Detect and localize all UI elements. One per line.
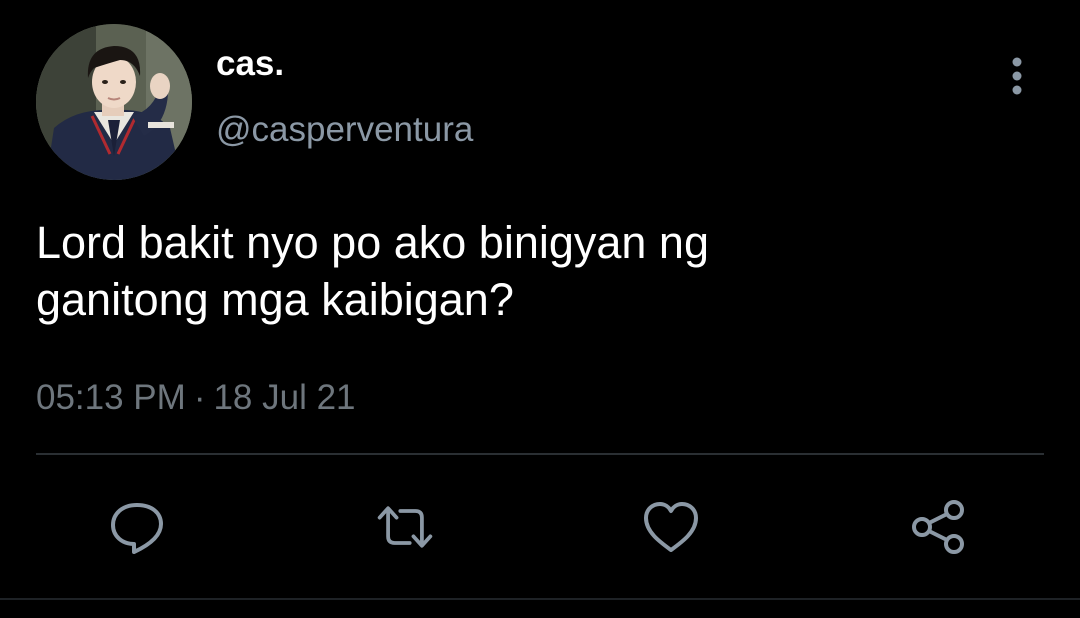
profile-photo bbox=[36, 24, 192, 180]
more-vertical-icon bbox=[1012, 57, 1022, 95]
share-button[interactable] bbox=[908, 496, 970, 558]
retweet-icon bbox=[377, 506, 433, 548]
tweet-text-line: ganitong mga kaibigan? bbox=[36, 274, 514, 325]
display-name[interactable]: cas. bbox=[216, 44, 284, 84]
tweet-timestamp: 05:13 PM · 18 Jul 21 bbox=[36, 376, 356, 420]
like-button[interactable] bbox=[640, 496, 702, 558]
more-options-button[interactable] bbox=[996, 52, 1038, 100]
tweet-text-line: Lord bakit nyo po ako binigyan ng bbox=[36, 217, 709, 268]
bottom-divider bbox=[0, 598, 1080, 600]
share-icon bbox=[912, 500, 964, 554]
user-handle[interactable]: @casperventura bbox=[216, 110, 473, 150]
retweet-button[interactable] bbox=[374, 496, 436, 558]
tweet-time: 05:13 PM bbox=[36, 378, 186, 417]
meta-separator: · bbox=[193, 378, 206, 417]
tweet-date: 18 Jul 21 bbox=[213, 378, 356, 417]
reply-icon bbox=[111, 503, 163, 554]
tweet-text: Lord bakit nyo po ako binigyan ng ganito… bbox=[36, 214, 1036, 328]
reply-button[interactable] bbox=[106, 496, 168, 558]
divider bbox=[36, 453, 1044, 455]
like-icon bbox=[644, 502, 698, 552]
avatar[interactable] bbox=[36, 24, 192, 180]
